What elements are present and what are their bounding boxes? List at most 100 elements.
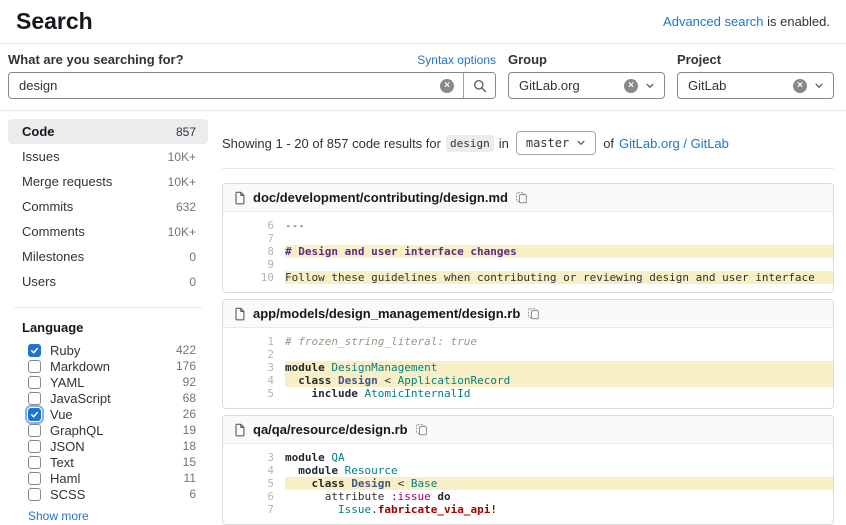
language-filter-row[interactable]: Haml 11 [8, 470, 208, 486]
language-filter-row[interactable]: YAML 92 [8, 374, 208, 390]
language-count: 18 [182, 439, 196, 453]
summary-prefix: Showing 1 - 20 of 857 code results for [222, 135, 441, 151]
project-breadcrumb-link[interactable]: GitLab.org / GitLab [619, 136, 729, 151]
language-checkbox[interactable] [28, 439, 41, 453]
result-file-card: doc/development/contributing/design.md 6… [222, 183, 834, 293]
language-label: Text [50, 454, 74, 470]
sidebar-scope-item[interactable]: Commits 632 [8, 194, 208, 219]
code-line: 4 module Resource [223, 464, 833, 477]
line-number-link[interactable]: 7 [223, 232, 285, 245]
file-path-link[interactable]: doc/development/contributing/design.md [253, 190, 508, 205]
file-path-link[interactable]: qa/qa/resource/design.rb [253, 422, 408, 437]
syntax-options-link[interactable]: Syntax options [417, 53, 496, 67]
group-select[interactable]: GitLab.org × [508, 72, 665, 99]
sidebar-scope-item[interactable]: Users 0 [8, 269, 208, 294]
line-content: attribute :issue do [285, 490, 833, 503]
language-checkbox[interactable] [28, 471, 41, 485]
language-filter-row[interactable]: Ruby 422 [8, 342, 208, 358]
language-filter-row[interactable]: Text 15 [8, 454, 208, 470]
code-line: 5 class Design < Base [223, 477, 833, 490]
page-title: Search [16, 8, 93, 34]
line-content: module DesignManagement [285, 361, 833, 374]
language-checkbox[interactable] [28, 391, 41, 405]
scope-count-badge: 10K+ [167, 224, 196, 239]
sidebar-scope-item[interactable]: Code 857 [8, 119, 208, 144]
line-number-link[interactable]: 4 [223, 464, 285, 477]
line-content [285, 232, 833, 245]
line-number-link[interactable]: 4 [223, 374, 285, 387]
language-label: GraphQL [50, 422, 104, 438]
code-snippet: 1 # frozen_string_literal: true 2 3 modu… [223, 328, 833, 408]
language-filter-row[interactable]: Vue 26 [8, 406, 208, 422]
line-number-link[interactable]: 10 [223, 271, 285, 284]
language-checkbox[interactable] [28, 359, 41, 373]
language-checkbox[interactable] [28, 343, 41, 357]
code-token: Design [338, 374, 378, 387]
main: Code 857 Issues 10K+ Merge requests 10K+… [0, 111, 846, 525]
scope-count-badge: 10K+ [167, 149, 196, 164]
search-column: What are you searching for? Syntax optio… [8, 52, 496, 99]
language-checkbox[interactable] [28, 455, 41, 469]
language-list: Ruby 422 Markdown 176 YAML 92 JavaScript… [8, 342, 208, 502]
sidebar-scope-item[interactable]: Milestones 0 [8, 244, 208, 269]
code-token: attribute [285, 490, 391, 503]
line-number-link[interactable]: 1 [223, 335, 285, 348]
search-submit-button[interactable] [463, 73, 495, 98]
copy-path-button[interactable] [515, 191, 528, 204]
clear-icon[interactable]: × [440, 78, 454, 93]
language-label: Vue [50, 406, 73, 422]
line-number-link[interactable]: 7 [223, 503, 285, 516]
language-checkbox[interactable] [28, 487, 41, 501]
copy-icon [415, 424, 427, 436]
language-filter-row[interactable]: JavaScript 68 [8, 390, 208, 406]
code-token: do [437, 490, 451, 503]
group-clear-icon[interactable]: × [624, 78, 638, 93]
copy-path-button[interactable] [415, 423, 428, 436]
line-number-link[interactable]: 8 [223, 245, 285, 258]
code-token: fabricate_via_api! [377, 503, 497, 516]
language-filter-row[interactable]: JSON 18 [8, 438, 208, 454]
line-content: module Resource [285, 464, 833, 477]
line-content [285, 258, 833, 271]
project-select[interactable]: GitLab × [677, 72, 834, 99]
group-select-value: GitLab.org [519, 78, 580, 93]
sidebar-scope-item[interactable]: Comments 10K+ [8, 219, 208, 244]
language-filter-row[interactable]: GraphQL 19 [8, 422, 208, 438]
project-clear-icon[interactable]: × [793, 78, 807, 93]
language-checkbox[interactable] [28, 423, 41, 437]
code-token: Follow these guidelines when contributin… [285, 271, 815, 284]
line-number-link[interactable]: 5 [223, 387, 285, 400]
advanced-search-link[interactable]: Advanced search [663, 14, 763, 29]
sidebar-scope-item[interactable]: Merge requests 10K+ [8, 169, 208, 194]
line-number-link[interactable]: 2 [223, 348, 285, 361]
line-number-link[interactable]: 3 [223, 451, 285, 464]
branch-dropdown[interactable]: master [515, 131, 597, 155]
code-token: Base [410, 477, 438, 490]
language-checkbox[interactable] [28, 407, 41, 421]
file-path-link[interactable]: app/models/design_management/design.rb [253, 306, 520, 321]
scope-count-badge: 0 [189, 274, 196, 289]
line-number-link[interactable]: 5 [223, 477, 285, 490]
code-token: ApplicationRecord [397, 374, 511, 387]
line-number-link[interactable]: 6 [223, 219, 285, 232]
line-number-link[interactable]: 9 [223, 258, 285, 271]
line-number-link[interactable]: 6 [223, 490, 285, 503]
code-token: Design [351, 477, 391, 490]
language-label: Markdown [50, 358, 110, 374]
line-number-link[interactable]: 3 [223, 361, 285, 374]
language-checkbox[interactable] [28, 375, 41, 389]
line-content: Follow these guidelines when contributin… [285, 271, 833, 284]
copy-path-button[interactable] [527, 307, 540, 320]
sidebar-scope-item[interactable]: Issues 10K+ [8, 144, 208, 169]
search-input[interactable] [9, 78, 440, 93]
language-filter-row[interactable]: Markdown 176 [8, 358, 208, 374]
page-header: Search Advanced search is enabled. [0, 0, 846, 44]
line-content: class Design < ApplicationRecord [285, 374, 833, 387]
scope-label: Code [22, 124, 55, 139]
language-filter-row[interactable]: SCSS 6 [8, 486, 208, 502]
show-more-link[interactable]: Show more [28, 509, 89, 523]
copy-icon [516, 192, 527, 204]
code-token: AtomicInternalId [364, 387, 471, 400]
language-count: 92 [182, 375, 196, 389]
